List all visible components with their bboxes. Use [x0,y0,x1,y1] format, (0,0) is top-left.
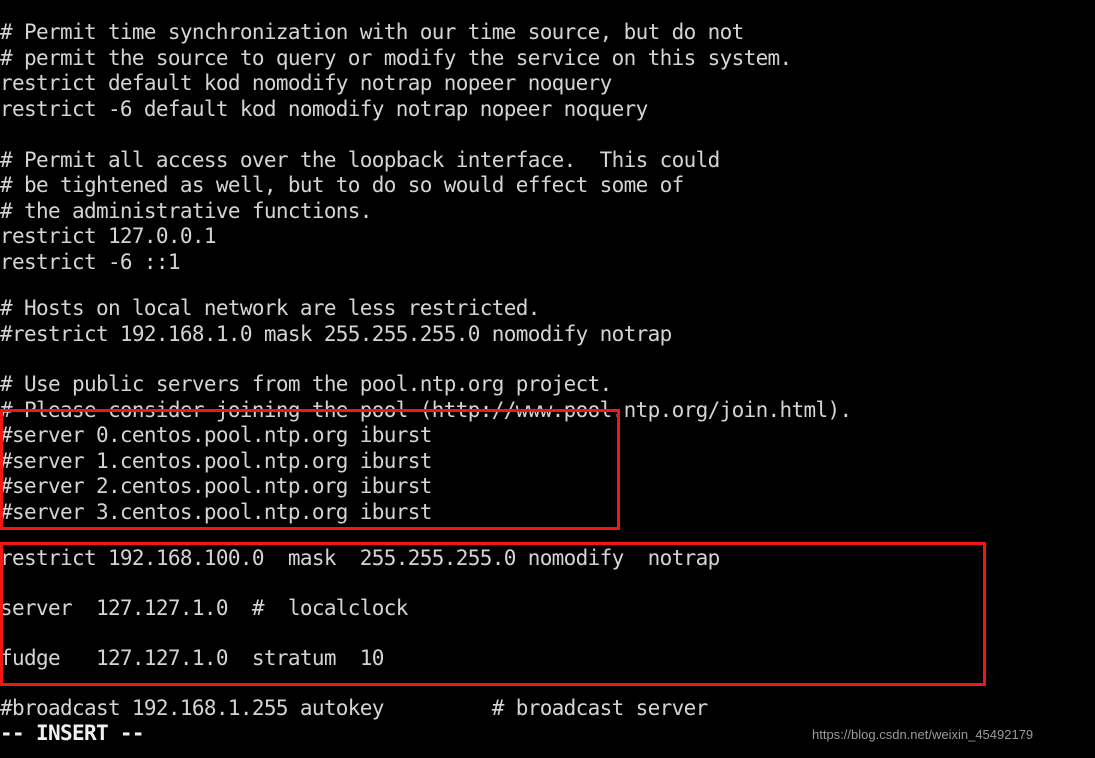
terminal-line[interactable]: # permit the source to query or modify t… [0,46,792,72]
terminal-line[interactable]: #server 1.centos.pool.ntp.org iburst [0,449,432,475]
terminal-line[interactable]: # the administrative functions. [0,199,372,225]
terminal-line[interactable]: fudge 127.127.1.0 stratum 10 [0,646,384,672]
terminal-line[interactable]: server 127.127.1.0 # localclock [0,596,408,622]
terminal-line[interactable]: #restrict 192.168.1.0 mask 255.255.255.0… [0,322,672,348]
terminal-line[interactable]: #server 2.centos.pool.ntp.org iburst [0,474,432,500]
terminal-line[interactable]: # be tightened as well, but to do so wou… [0,173,684,199]
terminal-line[interactable]: restrict -6 ::1 [0,250,181,276]
terminal-line[interactable]: #server 3.centos.pool.ntp.org iburst [0,500,432,526]
terminal-window[interactable]: # Permit time synchronization with our t… [0,0,1095,758]
terminal-line[interactable]: restrict 192.168.100.0 mask 255.255.255.… [0,546,720,572]
terminal-line[interactable]: restrict 127.0.0.1 [0,224,217,250]
vim-insert-mode-indicator: -- INSERT -- [0,721,145,745]
terminal-line[interactable]: restrict -6 default kod nomodify notrap … [0,97,648,123]
terminal-line[interactable]: restrict default kod nomodify notrap nop… [0,71,612,97]
terminal-line[interactable]: # Permit all access over the loopback in… [0,148,720,174]
terminal-line[interactable]: # Permit time synchronization with our t… [0,20,744,46]
terminal-line[interactable]: # Hosts on local network are less restri… [0,296,540,322]
terminal-line[interactable]: #broadcast 192.168.1.255 autokey # broad… [0,696,708,722]
terminal-line[interactable]: #server 0.centos.pool.ntp.org iburst [0,423,432,449]
terminal-line[interactable]: # Use public servers from the pool.ntp.o… [0,372,612,398]
terminal-line[interactable]: # Please consider joining the pool (http… [0,398,852,424]
watermark-url: https://blog.csdn.net/weixin_45492179 [812,727,1034,742]
screenshot-root: # Permit time synchronization with our t… [0,0,1095,758]
